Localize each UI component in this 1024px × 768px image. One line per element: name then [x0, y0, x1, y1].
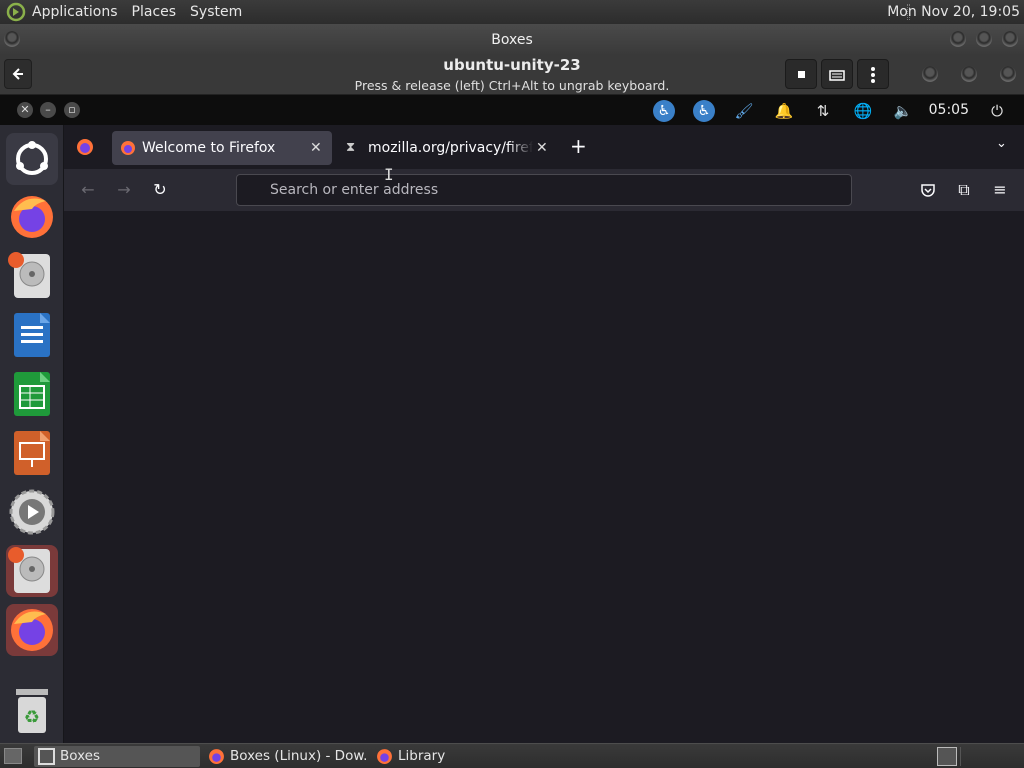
accessibility-icon[interactable]: ♿	[653, 100, 675, 122]
window-menu-icon[interactable]	[4, 31, 20, 47]
hamburger-menu-icon[interactable]: ≡	[988, 178, 1012, 202]
boxes-title-bar: Boxes	[0, 24, 1024, 54]
firefox-tab-icon	[121, 141, 135, 155]
tab-welcome[interactable]: Welcome to Firefox ✕	[112, 131, 332, 165]
mate-logo-icon[interactable]	[6, 2, 26, 22]
accessibility-icon[interactable]: ♿	[693, 100, 715, 122]
power-icon[interactable]: ⏻	[986, 100, 1008, 122]
page-content	[64, 211, 1024, 743]
task-library[interactable]: Library	[372, 746, 492, 767]
volume-muted-icon[interactable]: 🔈	[892, 100, 914, 122]
trash-icon[interactable]: ♻	[6, 685, 58, 737]
header-minimize-icon[interactable]	[922, 66, 938, 82]
stop-icon	[797, 71, 805, 78]
task-label: Library	[398, 748, 446, 764]
workspace-2[interactable]	[960, 747, 980, 766]
back-arrow-icon[interactable]: ←	[76, 178, 100, 202]
svg-text:♻: ♻	[24, 707, 40, 728]
tab-bar: Welcome to Firefox ✕ ⧗ mozilla.org/priva…	[64, 125, 1024, 169]
keyboard-icon	[829, 70, 845, 81]
header-maximize-icon[interactable]	[961, 66, 977, 82]
network-icon[interactable]: ⇅	[812, 100, 834, 122]
firefox-task-icon	[377, 749, 392, 764]
firefox-task-icon	[209, 749, 224, 764]
header-close-icon[interactable]	[1000, 66, 1016, 82]
boxes-header-bar: ubuntu-unity-23 Press & release (left) C…	[0, 54, 1024, 95]
text-cursor-icon: I	[384, 165, 394, 184]
list-all-tabs-icon[interactable]: ⌄	[996, 136, 1007, 151]
firefox-running-icon[interactable]	[6, 604, 58, 656]
places-menu[interactable]: Places	[132, 4, 177, 20]
firefox-window: Welcome to Firefox ✕ ⧗ mozilla.org/priva…	[64, 125, 1024, 743]
tab-close-icon[interactable]: ✕	[536, 131, 548, 165]
settings-icon[interactable]	[6, 486, 58, 538]
task-firefox-download[interactable]: Boxes (Linux) - Dow...	[204, 746, 368, 767]
host-top-panel: Applications Places System Mon Nov 20, 1…	[0, 0, 1024, 24]
tab-label: mozilla.org/privacy/firefox/	[368, 140, 533, 156]
show-desktop-icon[interactable]	[4, 748, 22, 764]
guest-close-icon[interactable]: ✕	[17, 102, 33, 118]
url-placeholder: Search or enter address	[270, 182, 439, 198]
forward-arrow-icon[interactable]: →	[112, 178, 136, 202]
task-label: Boxes (Linux) - Dow...	[230, 748, 368, 764]
url-bar[interactable]: Search or enter address	[236, 174, 852, 206]
unity-launcher: ♻	[0, 125, 64, 743]
brush-icon[interactable]: 🖌	[733, 100, 755, 122]
navigation-toolbar: ← → ↻ Search or enter address ⧉ ≡	[64, 169, 1024, 211]
firefox-view-icon[interactable]	[76, 138, 94, 156]
host-clock[interactable]: Mon Nov 20, 19:05	[887, 4, 1020, 20]
new-tab-button[interactable]: +	[570, 134, 587, 158]
pocket-icon[interactable]	[920, 182, 936, 198]
guest-top-bar: ✕ – ▫ ♿ ♿ 🖌 🔔 ⇅ 🌐 🔈 05:05 ⏻	[0, 95, 1024, 125]
task-boxes[interactable]: Boxes	[34, 746, 200, 767]
globe-icon[interactable]: 🌐	[852, 100, 874, 122]
disks-running-icon[interactable]	[6, 545, 58, 597]
minimize-icon[interactable]	[950, 31, 966, 47]
tab-privacy[interactable]: ⧗ mozilla.org/privacy/firefox/ ✕	[338, 131, 558, 165]
tab-close-icon[interactable]: ✕	[310, 131, 322, 165]
keyboard-shortcuts-button[interactable]	[821, 59, 853, 89]
extensions-icon[interactable]: ⧉	[952, 178, 976, 202]
bell-icon[interactable]: 🔔	[773, 100, 795, 122]
firefox-icon[interactable]	[6, 191, 58, 243]
guest-restore-icon[interactable]: ▫	[64, 102, 80, 118]
properties-menu-button[interactable]	[857, 59, 889, 89]
reload-icon[interactable]: ↻	[148, 178, 172, 202]
ubuntu-logo-icon[interactable]	[6, 133, 58, 185]
libreoffice-calc-icon[interactable]	[6, 368, 58, 420]
window-title: Boxes	[491, 32, 533, 48]
disks-icon[interactable]	[6, 250, 58, 302]
applications-menu[interactable]: Applications	[32, 4, 118, 20]
system-menu[interactable]: System	[190, 4, 242, 20]
libreoffice-writer-icon[interactable]	[6, 309, 58, 361]
workspace-switcher[interactable]	[937, 747, 957, 766]
stop-button[interactable]	[785, 59, 817, 89]
close-icon[interactable]	[1002, 31, 1018, 47]
kebab-menu-icon	[871, 67, 875, 83]
guest-clock[interactable]: 05:05	[929, 102, 969, 118]
task-label: Boxes	[60, 748, 101, 764]
host-taskbar: Boxes Boxes (Linux) - Dow... Library	[0, 743, 1024, 768]
libreoffice-impress-icon[interactable]	[6, 427, 58, 479]
hourglass-icon: ⧗	[346, 140, 356, 155]
guest-minimize-icon[interactable]: –	[40, 102, 56, 118]
tab-label: Welcome to Firefox	[142, 140, 276, 156]
boxes-task-icon	[38, 748, 55, 765]
maximize-icon[interactable]	[976, 31, 992, 47]
